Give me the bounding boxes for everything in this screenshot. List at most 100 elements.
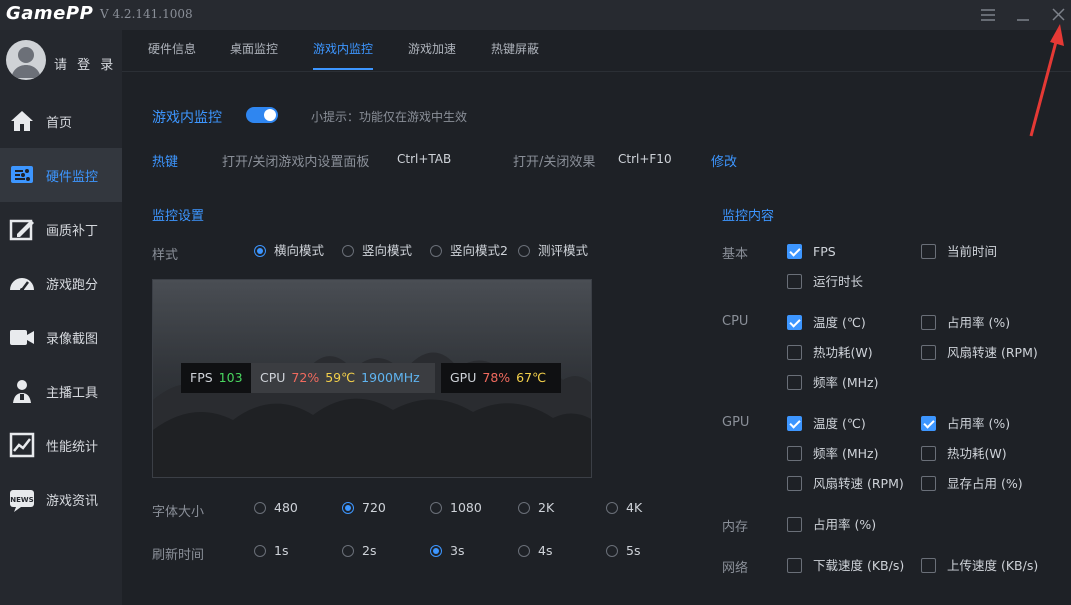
style-vertical2-radio[interactable]: 竖向模式2: [430, 243, 508, 259]
osd-gpu-label: GPU: [450, 370, 477, 385]
sidebar-item-benchmark[interactable]: 游戏跑分: [0, 256, 122, 310]
speedometer-icon: [8, 269, 36, 297]
osd-fps-block: FPS 103: [181, 363, 258, 393]
sidebar-item-game-news[interactable]: NEWS 游戏资讯: [0, 472, 122, 526]
group-cpu-label: CPU: [722, 314, 749, 329]
style-horizontal-radio[interactable]: 横向模式: [254, 243, 324, 259]
radio-dot: [518, 545, 530, 557]
monitor-settings-title: 监控设置: [152, 209, 205, 224]
hint-text: 小提示：功能仅在游戏中生效: [311, 110, 468, 124]
tab-hotkey-block[interactable]: 热键屏蔽: [491, 40, 539, 70]
radio-dot: [430, 502, 442, 514]
checkbox-box: [787, 244, 802, 259]
osd-cpu-temp: 59℃: [325, 370, 356, 385]
checkbox-box: [921, 345, 936, 360]
radio-dot: [606, 545, 618, 557]
radio-dot: [342, 545, 354, 557]
sidebar-item-label: 性能统计: [46, 440, 99, 455]
checkbox-box: [787, 315, 802, 330]
toggle-knob: [264, 109, 276, 121]
checkbox-box: [921, 244, 936, 259]
radio-dot: [254, 502, 266, 514]
menu-button[interactable]: [978, 5, 998, 25]
gpu-frequency-checkbox[interactable]: 频率 (MHz): [787, 446, 878, 462]
basic-fps-checkbox[interactable]: FPS: [787, 244, 836, 260]
gpu-usage-checkbox[interactable]: 占用率 (%): [921, 416, 1010, 432]
font-720-radio[interactable]: 720: [342, 500, 386, 516]
radio-dot: [518, 245, 530, 257]
sidebar: 请 登 录 首页 硬件监控 画质补丁 游戏跑分 录像截图 主播工具 性能统计 N…: [0, 30, 122, 605]
tab-bar: 硬件信息 桌面监控 游戏内监控 游戏加速 热键屏蔽: [122, 30, 1071, 72]
effect-hotkey-label: 打开/关闭效果: [513, 155, 596, 170]
refresh-5s-radio[interactable]: 5s: [606, 543, 640, 559]
modify-hotkey-link[interactable]: 修改: [711, 151, 737, 170]
app-logo: GamePP: [6, 3, 94, 24]
avatar[interactable]: [6, 40, 46, 80]
cpu-usage-checkbox[interactable]: 占用率 (%): [921, 315, 1010, 331]
tab-game-acceleration[interactable]: 游戏加速: [408, 40, 456, 70]
checkbox-box: [921, 446, 936, 461]
osd-gpu-usage: 78%: [482, 370, 511, 385]
network-upload-checkbox[interactable]: 上传速度 (KB/s): [921, 558, 1038, 574]
sidebar-item-performance-stats[interactable]: 性能统计: [0, 418, 122, 472]
tab-desktop-monitor[interactable]: 桌面监控: [230, 40, 278, 70]
sidebar-item-label: 主播工具: [46, 386, 99, 401]
checkbox-box: [787, 476, 802, 491]
checkbox-box: [787, 345, 802, 360]
font-480-radio[interactable]: 480: [254, 500, 298, 516]
osd-cpu-block: CPU 72% 59℃ 1900MHz: [251, 363, 435, 393]
cpu-power-checkbox[interactable]: 热功耗(W): [787, 345, 873, 361]
annotation-arrow-icon: [1029, 24, 1064, 137]
refresh-label: 刷新时间: [152, 548, 205, 563]
overlay-preview: FPS 103 CPU 72% 59℃ 1900MHz GPU 78% 67℃: [152, 279, 592, 478]
font-4k-radio[interactable]: 4K: [606, 500, 642, 516]
sidebar-item-hardware-monitor[interactable]: 硬件监控: [0, 148, 122, 202]
home-icon: [8, 107, 36, 135]
basic-current-time-checkbox[interactable]: 当前时间: [921, 244, 997, 260]
cpu-temperature-checkbox[interactable]: 温度 (℃): [787, 315, 866, 331]
ingame-monitor-toggle[interactable]: [246, 107, 278, 123]
gpu-fan-speed-checkbox[interactable]: 风扇转速 (RPM): [787, 476, 904, 492]
font-2k-radio[interactable]: 2K: [518, 500, 554, 516]
panel-hotkey-value: Ctrl+TAB: [397, 152, 452, 166]
sidebar-item-recording[interactable]: 录像截图: [0, 310, 122, 364]
radio-dot: [342, 245, 354, 257]
refresh-1s-radio[interactable]: 1s: [254, 543, 288, 559]
radio-dot: [606, 502, 618, 514]
refresh-2s-radio[interactable]: 2s: [342, 543, 376, 559]
refresh-4s-radio[interactable]: 4s: [518, 543, 552, 559]
sidebar-item-label: 画质补丁: [46, 224, 99, 239]
tab-hardware-info[interactable]: 硬件信息: [148, 40, 196, 70]
user-avatar-icon: [11, 47, 41, 78]
style-benchmark-radio[interactable]: 测评模式: [518, 243, 588, 259]
memory-usage-checkbox[interactable]: 占用率 (%): [787, 517, 876, 533]
refresh-3s-radio[interactable]: 3s: [430, 543, 464, 559]
osd-gpu-temp: 67℃: [516, 370, 547, 385]
radio-dot: [430, 245, 442, 257]
title-bar: GamePP V 4.2.141.1008: [0, 0, 1071, 30]
style-vertical-radio[interactable]: 竖向模式: [342, 243, 412, 259]
network-download-checkbox[interactable]: 下载速度 (KB/s): [787, 558, 904, 574]
checkbox-box: [787, 274, 802, 289]
osd-fps-label: FPS: [190, 370, 213, 385]
gpu-power-checkbox[interactable]: 热功耗(W): [921, 446, 1007, 462]
font-1080-radio[interactable]: 1080: [430, 500, 482, 516]
checkbox-box: [787, 375, 802, 390]
sidebar-item-streamer-tools[interactable]: 主播工具: [0, 364, 122, 418]
group-network-label: 网络: [722, 561, 749, 576]
user-login-area[interactable]: 请 登 录: [0, 30, 122, 94]
login-link[interactable]: 请 登 录: [54, 54, 116, 73]
sidebar-item-label: 游戏跑分: [46, 278, 99, 293]
basic-runtime-checkbox[interactable]: 运行时长: [787, 274, 863, 290]
gpu-vram-usage-checkbox[interactable]: 显存占用 (%): [921, 476, 1023, 492]
sidebar-item-label: 录像截图: [46, 332, 99, 347]
ingame-monitor-title: 游戏内监控: [152, 110, 222, 126]
checkbox-box: [787, 416, 802, 431]
sidebar-item-image-quality[interactable]: 画质补丁: [0, 202, 122, 256]
sidebar-item-home[interactable]: 首页: [0, 94, 122, 148]
gpu-temperature-checkbox[interactable]: 温度 (℃): [787, 416, 866, 432]
cpu-frequency-checkbox[interactable]: 频率 (MHz): [787, 375, 878, 391]
cpu-fan-speed-checkbox[interactable]: 风扇转速 (RPM): [921, 345, 1038, 361]
tab-ingame-monitor[interactable]: 游戏内监控: [313, 40, 374, 70]
checkbox-box: [921, 558, 936, 573]
